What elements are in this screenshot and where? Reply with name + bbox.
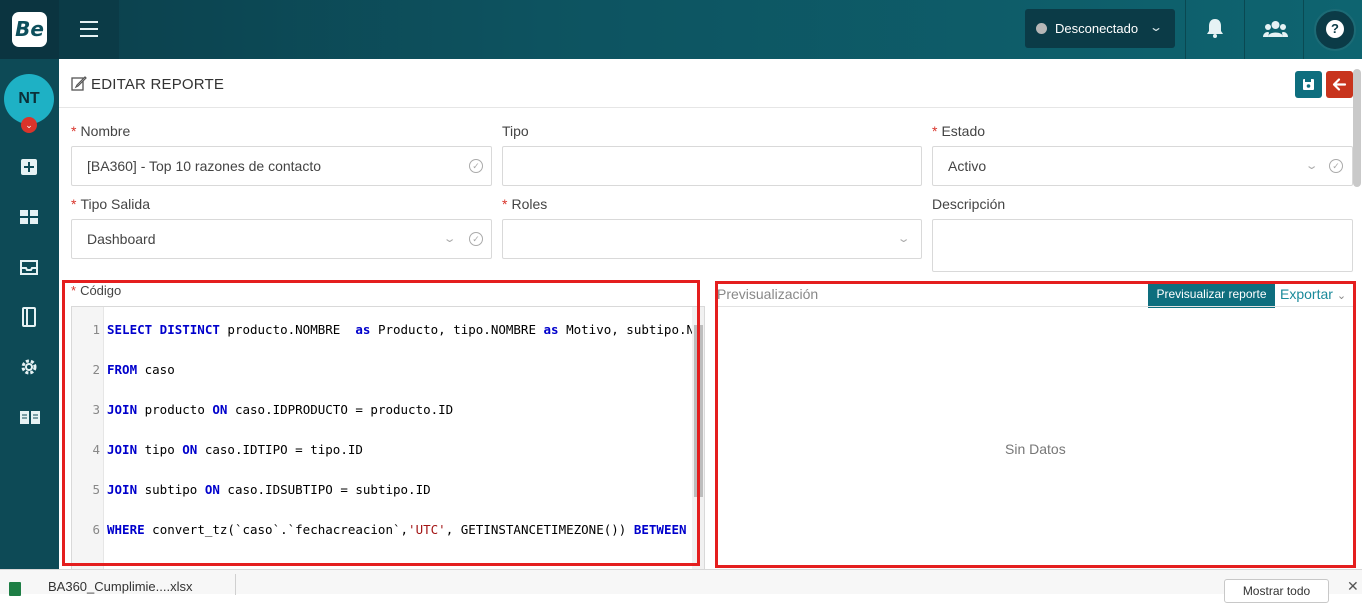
book-icon[interactable] <box>19 407 40 427</box>
status-dot-icon <box>1036 23 1047 34</box>
page-scrollbar[interactable] <box>1353 69 1361 187</box>
tipo-salida-label: * Tipo Salida <box>71 196 150 212</box>
sidebar: NT ⌄ <box>0 59 59 569</box>
tipo-salida-value: Dashboard <box>87 231 156 247</box>
edit-icon <box>71 75 87 96</box>
check-circle-icon: ✓ <box>1329 159 1343 173</box>
estado-value: Activo <box>948 158 987 174</box>
chevron-down-icon: ⌄ <box>1304 160 1319 172</box>
descripcion-label: Descripción <box>932 196 1006 212</box>
app-logo[interactable]: Be <box>12 12 47 47</box>
users-icon[interactable] <box>1263 20 1288 43</box>
download-file-name[interactable]: BA360_Cumplimie....xlsx <box>48 579 193 594</box>
tipo-input[interactable] <box>502 146 922 186</box>
descripcion-textarea[interactable] <box>932 219 1353 272</box>
code-highlight-box <box>62 280 700 566</box>
top-bar: Be Desconectado ⌄ ? <box>0 0 1362 59</box>
gear-icon[interactable] <box>19 357 39 377</box>
help-icon: ? <box>1326 20 1344 38</box>
save-button[interactable] <box>1295 71 1322 98</box>
dashboard-icon[interactable] <box>19 207 39 227</box>
preview-highlight-box <box>715 281 1356 568</box>
close-icon[interactable]: ✕ <box>1347 578 1359 595</box>
page-title: EDITAR REPORTE <box>91 76 225 93</box>
show-all-button[interactable]: Mostrar todo <box>1224 579 1329 603</box>
roles-select[interactable]: ⌄ <box>502 219 922 259</box>
chevron-down-icon: ⌄ <box>1148 20 1164 34</box>
nombre-label: * Nombre <box>71 123 131 139</box>
estado-label: * Estado <box>932 123 986 139</box>
check-circle-icon: ✓ <box>469 232 483 246</box>
inbox-icon[interactable] <box>19 257 39 277</box>
menu-toggle-button[interactable] <box>59 0 119 59</box>
connection-status-dropdown[interactable]: Desconectado ⌄ <box>1025 9 1175 48</box>
chevron-down-icon: ⌄ <box>442 233 457 245</box>
nombre-input[interactable]: [BA360] - Top 10 razones de contacto ✓ <box>71 146 492 186</box>
divider <box>1185 0 1186 59</box>
nombre-value: [BA360] - Top 10 razones de contacto <box>87 158 322 174</box>
tipo-label: Tipo <box>502 123 529 139</box>
check-circle-icon: ✓ <box>469 159 483 173</box>
bell-icon[interactable] <box>1206 17 1224 44</box>
help-button[interactable]: ? <box>1314 9 1356 51</box>
back-button[interactable] <box>1326 71 1353 98</box>
logo-block: Be <box>0 0 59 59</box>
chevron-down-icon[interactable]: ⌄ <box>21 117 37 133</box>
chevron-down-icon: ⌄ <box>896 233 911 245</box>
tipo-salida-select[interactable]: Dashboard ⌄ ✓ <box>71 219 492 259</box>
connection-status-label: Desconectado <box>1055 21 1139 36</box>
download-bar: BA360_Cumplimie....xlsx Mostrar todo ✕ <box>0 569 1362 603</box>
plus-square-icon[interactable] <box>19 157 39 177</box>
divider <box>1244 0 1245 59</box>
divider <box>235 574 236 595</box>
page-header: EDITAR REPORTE <box>59 59 1353 108</box>
hamburger-icon <box>80 21 98 23</box>
divider <box>1303 0 1304 59</box>
notebook-icon[interactable] <box>19 307 39 327</box>
estado-select[interactable]: Activo ⌄ ✓ <box>932 146 1353 186</box>
roles-label: * Roles <box>502 196 548 212</box>
